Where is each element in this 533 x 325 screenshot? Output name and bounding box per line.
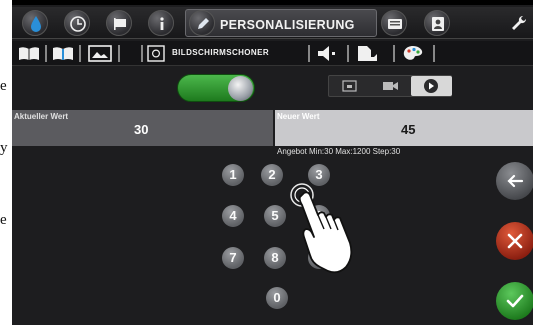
separator (393, 45, 395, 62)
toggle-knob (228, 76, 253, 101)
key-8[interactable]: 8 (264, 247, 286, 269)
separator (308, 45, 310, 62)
tab-personalisierung[interactable]: PERSONALISIERUNG (185, 9, 377, 37)
separator (433, 45, 435, 62)
tab-personalisierung-label: PERSONALISIERUNG (220, 18, 355, 32)
current-value: 30 (134, 122, 149, 137)
value-header: Aktueller Wert 30 Neuer Wert 45 (12, 110, 533, 146)
wrench-icon[interactable] (506, 10, 532, 36)
confirm-button[interactable] (496, 282, 533, 320)
device-screen: PERSONALISIERUNG BILDSCHIRMSCHONER Aktue… (12, 0, 533, 325)
water-drop-icon[interactable] (22, 10, 48, 36)
separator (45, 45, 47, 62)
mode-selector (328, 75, 452, 97)
palette-icon[interactable] (401, 45, 425, 62)
bildschirmschoner-label[interactable]: BILDSCHIRMSCHONER (172, 48, 269, 57)
video-camera-mode-button[interactable] (370, 76, 411, 96)
flag-icon[interactable] (106, 10, 132, 36)
arrow-left-icon (507, 174, 524, 188)
back-button[interactable] (496, 162, 533, 200)
current-value-panel: Aktueller Wert 30 (12, 110, 273, 146)
close-icon (507, 233, 523, 249)
pointing-hand-icon (290, 183, 353, 274)
current-value-label: Aktueller Wert (14, 112, 69, 121)
keyboard-icon[interactable] (381, 10, 407, 36)
range-info: Angebot Min:30 Max:1200 Step:30 (277, 147, 401, 156)
separator (118, 45, 120, 62)
separator (79, 45, 81, 62)
clock-icon[interactable] (64, 10, 90, 36)
main-tab-bar: PERSONALISIERUNG (12, 7, 533, 39)
book-icon[interactable] (52, 45, 74, 62)
cancel-button[interactable] (496, 222, 533, 260)
user-card-icon[interactable] (424, 10, 450, 36)
key-0[interactable]: 0 (266, 287, 288, 309)
check-icon (506, 294, 524, 308)
top-border (12, 0, 533, 5)
new-value-panel: Neuer Wert 45 (275, 110, 533, 146)
key-4[interactable]: 4 (222, 205, 244, 227)
open-book-icon[interactable] (18, 45, 40, 62)
separator (347, 45, 349, 62)
sub-toolbar: BILDSCHIRMSCHONER (12, 41, 533, 66)
picture-icon[interactable] (88, 45, 112, 62)
new-value: 45 (401, 122, 416, 137)
info-icon[interactable] (148, 10, 174, 36)
play-mode-button[interactable] (411, 76, 452, 96)
sound-file-icon[interactable] (356, 45, 378, 62)
screensaver-toggle[interactable] (177, 74, 255, 102)
new-value-label: Neuer Wert (277, 112, 320, 121)
speaker-icon[interactable] (316, 45, 338, 62)
separator (141, 45, 143, 62)
key-2[interactable]: 2 (261, 164, 283, 186)
key-7[interactable]: 7 (222, 247, 244, 269)
screensaver-icon[interactable] (147, 45, 165, 62)
monitor-mode-button[interactable] (329, 76, 370, 96)
key-5[interactable]: 5 (264, 205, 286, 227)
key-1[interactable]: 1 (222, 164, 244, 186)
pencil-icon (189, 10, 215, 36)
